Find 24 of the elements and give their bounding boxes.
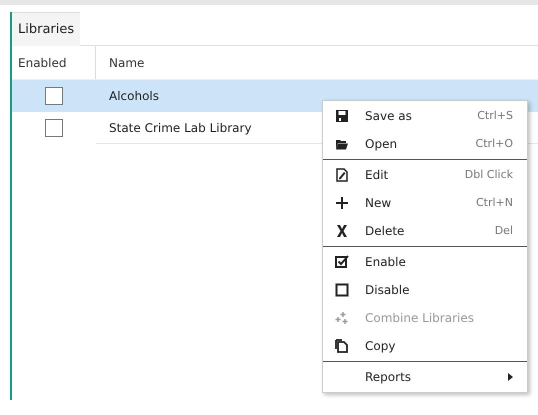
- menu-item[interactable]: Enable: [323, 248, 527, 276]
- table-cell-text: Alcohols: [109, 88, 160, 105]
- submenu-arrow-icon: [508, 373, 513, 381]
- column-header: Name: [108, 54, 144, 72]
- copy-icon: [335, 339, 349, 353]
- table-cell-text: State Crime Lab Library: [109, 120, 252, 136]
- menu-item[interactable]: Edit Dbl Click: [323, 161, 527, 189]
- checkbox[interactable]: [45, 119, 63, 137]
- plus-sparkle-icon: [335, 311, 349, 325]
- folder-icon: [335, 137, 349, 151]
- menu-item[interactable]: Copy: [323, 332, 527, 360]
- column-header: Enabled: [12, 46, 96, 79]
- pencil-document-icon: [335, 168, 349, 182]
- menu-item[interactable]: Delete Del: [323, 217, 527, 245]
- checked-box-icon: [335, 255, 349, 269]
- checkbox[interactable]: [45, 87, 63, 105]
- menu-item[interactable]: Reports: [323, 363, 527, 391]
- menu-item[interactable]: New Ctrl+N: [323, 189, 527, 217]
- menu-item[interactable]: Disable: [323, 276, 527, 304]
- plus-icon: [335, 196, 349, 210]
- x-icon: [335, 224, 349, 238]
- empty-box-icon: [335, 283, 349, 297]
- libraries-tab[interactable]: Libraries: [12, 12, 80, 46]
- menu-item[interactable]: Open Ctrl+O: [323, 130, 527, 158]
